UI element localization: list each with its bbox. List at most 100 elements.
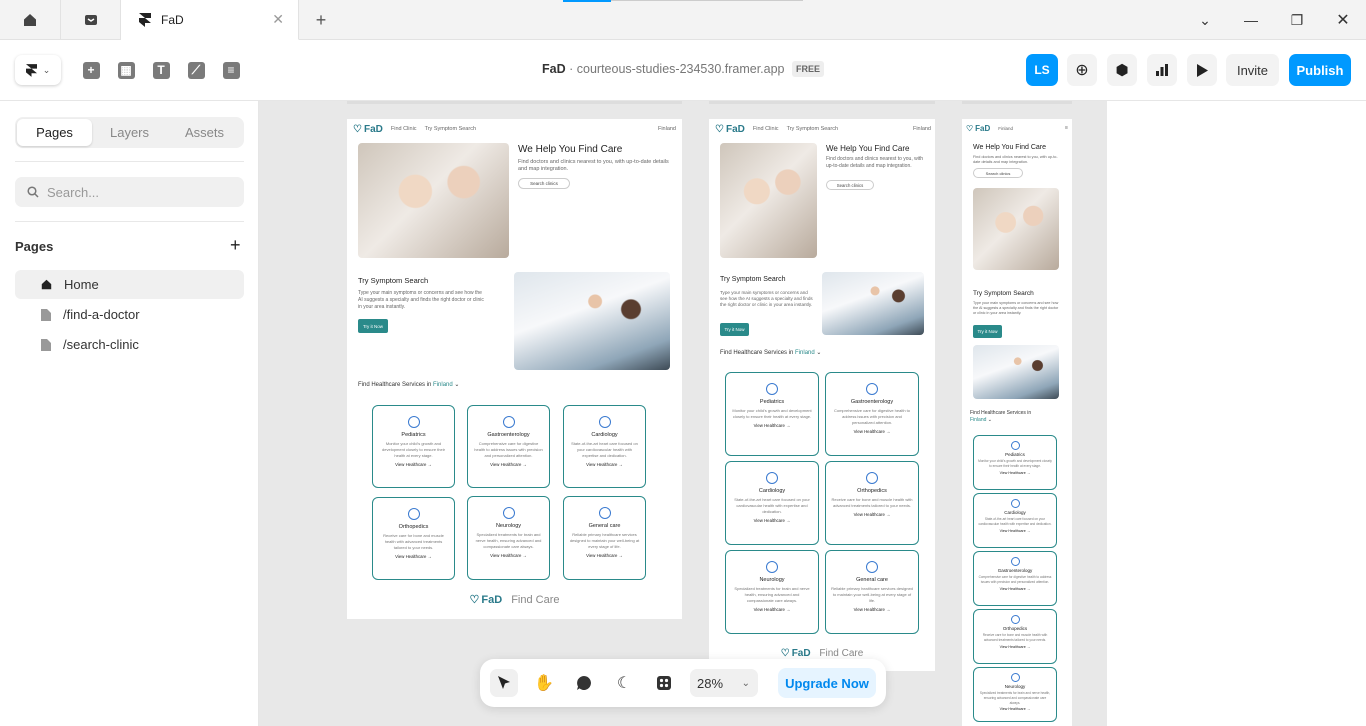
card-desc: Comprehensive care for digestive health … (474, 441, 543, 458)
services-country[interactable]: Finland (433, 382, 453, 388)
nav-link[interactable]: Try Symptom Search (425, 126, 476, 132)
close-tab-icon[interactable]: ✕ (272, 11, 284, 28)
view-healthcare-link[interactable]: View Healthcare → (564, 462, 645, 467)
view-healthcare-link[interactable]: View Healthcare → (726, 607, 818, 612)
bone-icon (407, 508, 420, 520)
service-card[interactable]: Neurology Specialized treatments for bra… (467, 496, 550, 580)
view-label: View Healthcare (753, 423, 785, 428)
zoom-select[interactable]: 28% ⌄ (690, 669, 758, 697)
view-healthcare-link[interactable]: View Healthcare → (564, 553, 645, 558)
add-page-button[interactable]: + (230, 235, 241, 256)
country-select[interactable]: Finland (998, 126, 1013, 131)
home-tab[interactable] (0, 0, 61, 40)
view-healthcare-link[interactable]: View Healthcare → (373, 554, 454, 559)
page-item-home[interactable]: Home (15, 270, 244, 299)
tab-indicator-track (611, 0, 803, 1)
hand-tool-button[interactable]: ✋ (530, 669, 558, 697)
card-desc: State-of-the-art heart care focused on y… (571, 441, 638, 458)
view-healthcare-link[interactable]: View Healthcare → (974, 645, 1056, 649)
close-window-button[interactable]: ✕ (1320, 0, 1366, 40)
design-canvas[interactable]: ♡ FaD Find Clinic Try Symptom Search Finl… (259, 101, 1107, 726)
service-card[interactable]: Orthopedics Receive care for bone and mus… (825, 461, 919, 545)
view-label: View Healthcare (395, 554, 427, 559)
service-card[interactable]: Gastroenterology Comprehensive care for d… (825, 372, 919, 456)
analytics-button[interactable] (1147, 54, 1177, 86)
view-healthcare-link[interactable]: View Healthcare → (974, 707, 1056, 711)
menu-icon[interactable]: ≡ (1065, 125, 1068, 131)
search-clinics-button[interactable]: Search clinics (973, 168, 1023, 178)
preview-button[interactable] (1187, 54, 1217, 86)
view-healthcare-link[interactable]: View Healthcare → (726, 518, 818, 523)
inbox-tab[interactable] (61, 0, 121, 40)
view-label: View Healthcare (490, 553, 522, 558)
hand-icon: ✋ (534, 675, 554, 692)
country-select[interactable]: Finland (658, 126, 676, 132)
minimize-button[interactable]: — (1228, 0, 1274, 40)
view-healthcare-link[interactable]: View Healthcare → (826, 429, 918, 434)
page-item-search-clinic[interactable]: /search-clinic (15, 330, 244, 359)
plugins-button[interactable]: ⬢ (1107, 54, 1137, 86)
services-country[interactable]: Finland (970, 417, 986, 423)
tab-list-button[interactable]: ⌄ (1182, 0, 1228, 40)
search-clinics-button[interactable]: Search clinics (826, 180, 874, 190)
theme-toggle-button[interactable]: ☾ (610, 669, 638, 697)
search-field[interactable]: Search... (15, 177, 244, 207)
view-healthcare-link[interactable]: View Healthcare → (726, 423, 818, 428)
page-item-find-a-doctor[interactable]: /find-a-doctor (15, 300, 244, 329)
invite-button[interactable]: Invite (1226, 54, 1279, 86)
service-card[interactable]: Cardiology State-of-the-art heart care f… (563, 405, 646, 488)
tab-assets[interactable]: Assets (167, 119, 242, 146)
service-card[interactable]: Pediatrics Monitor your child's growth an… (973, 435, 1057, 490)
services-country[interactable]: Finland (795, 350, 815, 356)
site-settings-button[interactable]: ⊕ (1067, 54, 1097, 86)
service-card[interactable]: Gastroenterology Comprehensive care for … (467, 405, 550, 488)
nav-link[interactable]: Find Clinic (753, 126, 779, 132)
new-tab-button[interactable]: + (299, 0, 343, 40)
service-card[interactable]: Gastroenterology Comprehensive care for d… (973, 551, 1057, 606)
publish-button[interactable]: Publish (1289, 54, 1351, 86)
service-card[interactable]: General care Reliable primary healthcare … (825, 550, 919, 634)
nav-link[interactable]: Try Symptom Search (787, 126, 838, 132)
service-card[interactable]: Neurology Specialized treatments for brai… (725, 550, 819, 634)
view-healthcare-link[interactable]: View Healthcare → (826, 607, 918, 612)
service-card[interactable]: Cardiology State-of-the-art heart care fo… (725, 461, 819, 545)
service-card[interactable]: Pediatrics Monitor your child's growth an… (725, 372, 819, 456)
user-avatar[interactable]: LS (1026, 54, 1058, 86)
grid-button[interactable] (650, 669, 678, 697)
view-healthcare-link[interactable]: View Healthcare → (974, 471, 1056, 475)
service-card[interactable]: Neurology Specialized treatments for brai… (973, 667, 1057, 722)
services-heading: Find Healthcare Services in Finland ⌄ (358, 382, 460, 388)
view-label: View Healthcare (753, 607, 785, 612)
tablet-frame[interactable]: ♡ FaD Find Clinic Try Symptom Search Finl… (709, 119, 935, 671)
view-label: View Healthcare (853, 607, 885, 612)
view-healthcare-link[interactable]: View Healthcare → (974, 587, 1056, 591)
nav-link[interactable]: Find Clinic (391, 126, 417, 132)
country-select[interactable]: Finland (913, 126, 931, 132)
search-clinics-button[interactable]: Search clinics (518, 178, 570, 189)
tab-pages[interactable]: Pages (17, 119, 92, 146)
try-it-now-button[interactable]: Try it Now (720, 323, 749, 336)
view-healthcare-link[interactable]: View Healthcare → (373, 462, 454, 467)
view-healthcare-link[interactable]: View Healthcare → (468, 462, 549, 467)
try-it-now-button[interactable]: Try it Now (358, 319, 388, 333)
document-tab[interactable]: FaD ✕ (121, 0, 299, 40)
select-tool-button[interactable] (490, 669, 518, 697)
plus-icon: + (230, 235, 241, 255)
service-card[interactable]: Pediatrics Monitor your child's growth a… (372, 405, 455, 488)
maximize-button[interactable]: ❐ (1274, 0, 1320, 40)
upgrade-now-button[interactable]: Upgrade Now (778, 668, 876, 698)
try-it-now-button[interactable]: Try it Now (973, 325, 1002, 338)
comment-tool-button[interactable] (570, 669, 598, 697)
service-card[interactable]: Orthopedics Receive care for bone and mus… (973, 609, 1057, 664)
mobile-frame[interactable]: ♡ FaD Finland ≡ We Help You Find Care Fin… (962, 119, 1072, 726)
service-card[interactable]: Orthopedics Receive care for bone and mu… (372, 497, 455, 580)
heart-logo-icon: ♡ (780, 648, 790, 659)
desktop-frame[interactable]: ♡ FaD Find Clinic Try Symptom Search Finl… (347, 119, 682, 619)
service-card[interactable]: Cardiology State-of-the-art heart care fo… (973, 493, 1057, 548)
view-healthcare-link[interactable]: View Healthcare → (826, 512, 918, 517)
service-card[interactable]: General care Reliable primary healthcare… (563, 496, 646, 580)
search-input[interactable]: Search... (47, 185, 99, 200)
view-healthcare-link[interactable]: View Healthcare → (468, 553, 549, 558)
view-healthcare-link[interactable]: View Healthcare → (974, 529, 1056, 533)
tab-layers[interactable]: Layers (92, 119, 167, 146)
